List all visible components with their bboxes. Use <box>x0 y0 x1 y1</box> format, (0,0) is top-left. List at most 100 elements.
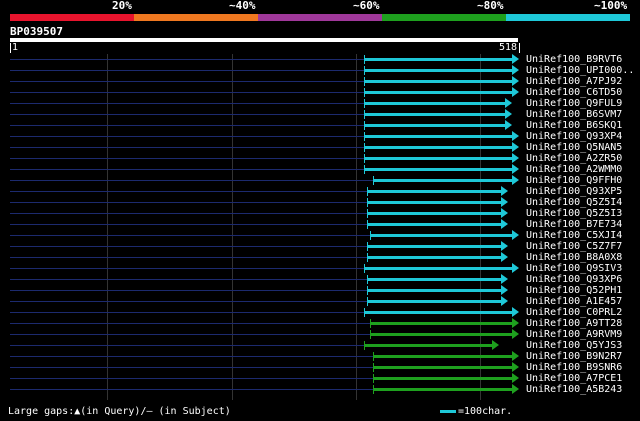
hit-alignment-bar[interactable] <box>366 300 502 303</box>
hit-row[interactable]: UniRef100_Q5Z5I4 <box>0 197 640 208</box>
hit-alignment-bar[interactable] <box>363 102 506 105</box>
hit-name-link[interactable]: UniRef100_B9N2R7 <box>526 351 622 362</box>
hit-name-link[interactable]: UniRef100_B6SVM7 <box>526 109 622 120</box>
hit-row[interactable]: UniRef100_A7PJ92 <box>0 76 640 87</box>
hit-row[interactable]: UniRef100_Q93XP6 <box>0 274 640 285</box>
hit-row[interactable]: UniRef100_C0PRL2 <box>0 307 640 318</box>
hit-row[interactable]: UniRef100_C6TD50 <box>0 87 640 98</box>
hit-name-link[interactable]: UniRef100_C6TD50 <box>526 87 622 98</box>
hit-alignment-bar[interactable] <box>363 344 493 347</box>
hit-row[interactable]: UniRef100_B6SKQ1 <box>0 120 640 131</box>
hit-name-link[interactable]: UniRef100_A7PCE1 <box>526 373 622 384</box>
hit-alignment-bar[interactable] <box>363 311 512 314</box>
hit-alignment-bar[interactable] <box>366 201 502 204</box>
hit-row[interactable]: UniRef100_A2ZR50 <box>0 153 640 164</box>
hit-name-link[interactable]: UniRef100_UPI000.. <box>526 65 634 76</box>
hit-row[interactable]: UniRef100_A9RVM9 <box>0 329 640 340</box>
hit-name-link[interactable]: UniRef100_Q9SIV3 <box>526 263 622 274</box>
hit-name-link[interactable]: UniRef100_A5B243 <box>526 384 622 395</box>
hit-row[interactable]: UniRef100_A2WMM0 <box>0 164 640 175</box>
hit-name-link[interactable]: UniRef100_B9SNR6 <box>526 362 622 373</box>
hit-alignment-bar[interactable] <box>369 322 512 325</box>
hit-row[interactable]: UniRef100_B9N2R7 <box>0 351 640 362</box>
hit-alignment-bar[interactable] <box>366 245 502 248</box>
hit-row[interactable]: UniRef100_A5B243 <box>0 384 640 395</box>
hit-alignment-bar[interactable] <box>363 135 512 138</box>
hit-alignment-bar[interactable] <box>363 267 512 270</box>
hit-name-link[interactable]: UniRef100_Q93XP4 <box>526 131 622 142</box>
hit-name-link[interactable]: UniRef100_A1E457 <box>526 296 622 307</box>
hit-alignment-bar[interactable] <box>366 212 502 215</box>
hit-alignment-bar[interactable] <box>366 278 502 281</box>
hit-alignment-bar[interactable] <box>366 289 502 292</box>
hit-name-link[interactable]: UniRef100_C5XJI4 <box>526 230 622 241</box>
hit-name-link[interactable]: UniRef100_Q5NAN5 <box>526 142 622 153</box>
hit-name-link[interactable]: UniRef100_Q93XP6 <box>526 274 622 285</box>
hit-row[interactable]: UniRef100_B7E734 <box>0 219 640 230</box>
legend-label: 20% <box>112 0 132 12</box>
hit-alignment-bar[interactable] <box>363 157 512 160</box>
hit-row[interactable]: UniRef100_Q9SIV3 <box>0 263 640 274</box>
hit-name-link[interactable]: UniRef100_B6SKQ1 <box>526 120 622 131</box>
hit-row[interactable]: UniRef100_A7PCE1 <box>0 373 640 384</box>
hit-alignment-bar[interactable] <box>369 234 512 237</box>
hit-row[interactable]: UniRef100_A1E457 <box>0 296 640 307</box>
unaligned-region <box>10 301 367 302</box>
hit-alignment-bar[interactable] <box>372 179 512 182</box>
hit-name-link[interactable]: UniRef100_Q5Z5I3 <box>526 208 622 219</box>
hit-row[interactable]: UniRef100_Q5YJS3 <box>0 340 640 351</box>
hit-row[interactable]: UniRef100_B9RVT6 <box>0 54 640 65</box>
hit-alignment-bar[interactable] <box>363 124 506 127</box>
hit-row[interactable]: UniRef100_Q9FUL9 <box>0 98 640 109</box>
hit-alignment-bar[interactable] <box>363 113 506 116</box>
hit-row[interactable]: UniRef100_C5Z7F7 <box>0 241 640 252</box>
hit-name-link[interactable]: UniRef100_C0PRL2 <box>526 307 622 318</box>
hit-alignment-bar[interactable] <box>366 256 502 259</box>
hit-name-link[interactable]: UniRef100_B7E734 <box>526 219 622 230</box>
hit-row[interactable]: UniRef100_B8A0X8 <box>0 252 640 263</box>
hit-alignment-bar[interactable] <box>372 388 512 391</box>
hit-name-link[interactable]: UniRef100_B9RVT6 <box>526 54 622 65</box>
hit-name-link[interactable]: UniRef100_A9TT28 <box>526 318 622 329</box>
hit-alignment-bar[interactable] <box>363 146 512 149</box>
hit-name-link[interactable]: UniRef100_Q9FFH0 <box>526 175 622 186</box>
alignment-plot: UniRef100_B9RVT6 UniRef100_UPI000.. UniRef… <box>0 54 640 400</box>
hit-row[interactable]: UniRef100_Q52PH1 <box>0 285 640 296</box>
hit-row[interactable]: UniRef100_Q5NAN5 <box>0 142 640 153</box>
hit-alignment-bar[interactable] <box>372 355 512 358</box>
hit-row[interactable]: UniRef100_C5XJI4 <box>0 230 640 241</box>
hit-row[interactable]: UniRef100_Q93XP5 <box>0 186 640 197</box>
hit-name-link[interactable]: UniRef100_Q9FUL9 <box>526 98 622 109</box>
hit-alignment-bar[interactable] <box>363 69 512 72</box>
hit-name-link[interactable]: UniRef100_A9RVM9 <box>526 329 622 340</box>
hit-row[interactable]: UniRef100_A9TT28 <box>0 318 640 329</box>
hit-row[interactable]: UniRef100_B6SVM7 <box>0 109 640 120</box>
hit-row[interactable]: UniRef100_B9SNR6 <box>0 362 640 373</box>
hit-name-link[interactable]: UniRef100_Q5Z5I4 <box>526 197 622 208</box>
hit-alignment-bar[interactable] <box>363 80 512 83</box>
hit-alignment-bar[interactable] <box>363 58 512 61</box>
hit-alignment-bar[interactable] <box>363 91 512 94</box>
unaligned-region <box>10 125 364 126</box>
hit-name-link[interactable]: UniRef100_Q5YJS3 <box>526 340 622 351</box>
hit-alignment-bar[interactable] <box>366 223 502 226</box>
hit-name-link[interactable]: UniRef100_A2WMM0 <box>526 164 622 175</box>
hit-alignment-bar[interactable] <box>372 366 512 369</box>
hit-name-link[interactable]: UniRef100_A7PJ92 <box>526 76 622 87</box>
hit-row[interactable]: UniRef100_Q93XP4 <box>0 131 640 142</box>
hit-name-link[interactable]: UniRef100_B8A0X8 <box>526 252 622 263</box>
color-bar-segment <box>258 14 382 21</box>
hit-name-link[interactable]: UniRef100_C5Z7F7 <box>526 241 622 252</box>
hit-name-link[interactable]: UniRef100_Q52PH1 <box>526 285 622 296</box>
query-scale: 1 518 <box>10 42 520 54</box>
hit-row[interactable]: UniRef100_Q9FFH0 <box>0 175 640 186</box>
hit-alignment-bar[interactable] <box>363 168 512 171</box>
hit-name-link[interactable]: UniRef100_A2ZR50 <box>526 153 622 164</box>
hit-row[interactable]: UniRef100_Q5Z5I3 <box>0 208 640 219</box>
hit-name-link[interactable]: UniRef100_Q93XP5 <box>526 186 622 197</box>
hit-alignment-bar[interactable] <box>366 190 502 193</box>
hit-alignment-bar[interactable] <box>372 377 512 380</box>
hit-alignment-bar[interactable] <box>369 333 512 336</box>
unaligned-region <box>10 114 364 115</box>
hit-row[interactable]: UniRef100_UPI000.. <box>0 65 640 76</box>
